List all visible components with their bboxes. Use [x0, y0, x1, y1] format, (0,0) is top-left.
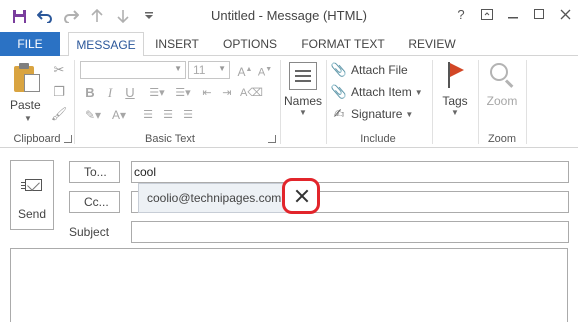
chevron-down-icon: ▼ — [24, 114, 32, 123]
window-controls: ? — [448, 0, 578, 28]
chevron-down-icon: ▼ — [405, 109, 414, 119]
underline-icon[interactable]: U — [122, 84, 138, 102]
to-field[interactable]: cool — [131, 161, 569, 183]
zoom-button-label: Zoom — [486, 94, 518, 108]
bold-icon[interactable]: B — [82, 84, 98, 102]
tab-review[interactable]: REVIEW — [402, 32, 462, 56]
font-size-combobox[interactable]: 11 ▼ — [188, 61, 230, 79]
names-label: Names — [283, 94, 322, 108]
minimize-icon[interactable] — [500, 0, 526, 28]
attach-item-label: Attach Item — [351, 85, 412, 99]
signature-icon: ✍ — [333, 106, 345, 121]
align-center-icon[interactable]: ☰ — [160, 106, 176, 124]
send-envelope-icon — [21, 177, 43, 193]
chevron-down-icon: ▼ — [451, 108, 459, 117]
tags-label: Tags — [442, 94, 468, 108]
close-icon[interactable] — [552, 0, 578, 28]
subject-label: Subject — [69, 225, 110, 239]
ribbon: Paste ▼ ✂ ❐ 🖌 Clipboard ▼ 11 ▼ A▲ A▼ B I… — [0, 56, 578, 148]
paste-icon — [14, 62, 40, 92]
cut-icon[interactable]: ✂ — [50, 62, 68, 78]
attach-item-button[interactable]: 📎 Attach Item ▼ — [330, 82, 423, 102]
shrink-font-icon[interactable]: A▼ — [256, 61, 274, 79]
tab-format-text[interactable]: FORMAT TEXT — [294, 32, 392, 56]
send-button[interactable]: Send — [10, 160, 54, 230]
basic-text-launcher-icon[interactable] — [268, 135, 276, 143]
clipboard-launcher-icon[interactable] — [64, 135, 72, 143]
numbering-icon[interactable]: ☰▾ — [172, 84, 194, 102]
cc-button[interactable]: Cc... — [69, 191, 120, 213]
help-icon[interactable]: ? — [448, 0, 474, 28]
increase-indent-icon[interactable]: ⇥ — [218, 84, 236, 102]
font-name-combobox[interactable]: ▼ — [80, 61, 186, 79]
signature-label: Signature — [351, 107, 403, 121]
format-painter-icon[interactable]: 🖌 — [50, 106, 68, 122]
basic-text-group-label: Basic Text — [145, 133, 195, 145]
tags-button[interactable]: Tags ▼ — [436, 62, 474, 117]
chevron-down-icon: ▼ — [174, 64, 182, 73]
paperclip-icon: 📎 — [330, 62, 348, 77]
decrease-indent-icon[interactable]: ⇤ — [198, 84, 216, 102]
highlight-icon[interactable]: ✎▾ — [82, 106, 104, 124]
signature-button[interactable]: ✍ Signature ▼ — [330, 104, 414, 124]
attach-file-label: Attach File — [351, 63, 408, 77]
remove-suggestion-button[interactable] — [282, 178, 320, 214]
maximize-icon[interactable] — [526, 0, 552, 28]
to-button[interactable]: To... — [69, 161, 120, 183]
paste-label: Paste — [10, 98, 41, 112]
bullets-icon[interactable]: ☰▾ — [146, 84, 168, 102]
grow-font-icon[interactable]: A▲ — [236, 61, 254, 79]
chevron-down-icon: ▼ — [218, 64, 226, 73]
chevron-down-icon: ▼ — [414, 87, 423, 97]
align-right-icon[interactable]: ☰ — [180, 106, 196, 124]
ribbon-tabs: FILE MESSAGE INSERT OPTIONS FORMAT TEXT … — [0, 32, 578, 57]
subject-field[interactable] — [131, 221, 569, 243]
chevron-down-icon: ▼ — [299, 108, 307, 117]
tab-insert[interactable]: INSERT — [150, 32, 204, 56]
names-button[interactable]: Names ▼ — [282, 62, 324, 117]
zoom-group-label: Zoom — [487, 133, 517, 145]
to-field-value: cool — [134, 165, 157, 179]
tab-options[interactable]: OPTIONS — [218, 32, 282, 56]
title-bar: Untitled - Message (HTML) ? — [0, 0, 578, 32]
font-size-value: 11 — [193, 63, 206, 77]
autocomplete-suggestion[interactable]: coolio@technipages.com — [147, 191, 281, 205]
font-color-icon[interactable]: A▾ — [108, 106, 130, 124]
attach-file-button[interactable]: 📎 Attach File — [330, 60, 408, 80]
italic-icon[interactable]: I — [102, 84, 118, 102]
align-left-icon[interactable]: ☰ — [140, 106, 156, 124]
send-label: Send — [17, 207, 47, 221]
address-book-icon — [289, 62, 317, 90]
clipboard-group-label: Clipboard — [13, 133, 61, 145]
zoom-button[interactable]: Zoom — [482, 62, 522, 108]
copy-icon[interactable]: ❐ — [50, 84, 68, 100]
attach-item-icon: 📎 — [330, 84, 348, 99]
message-body[interactable] — [10, 248, 568, 322]
include-group-label: Include — [360, 133, 396, 145]
clear-formatting-icon[interactable]: A⌫ — [240, 84, 263, 102]
tab-message[interactable]: MESSAGE — [68, 32, 144, 57]
tab-file[interactable]: FILE — [0, 32, 60, 56]
flag-icon — [445, 62, 465, 88]
ribbon-display-options-icon[interactable] — [474, 0, 500, 28]
magnifier-icon — [489, 62, 515, 88]
